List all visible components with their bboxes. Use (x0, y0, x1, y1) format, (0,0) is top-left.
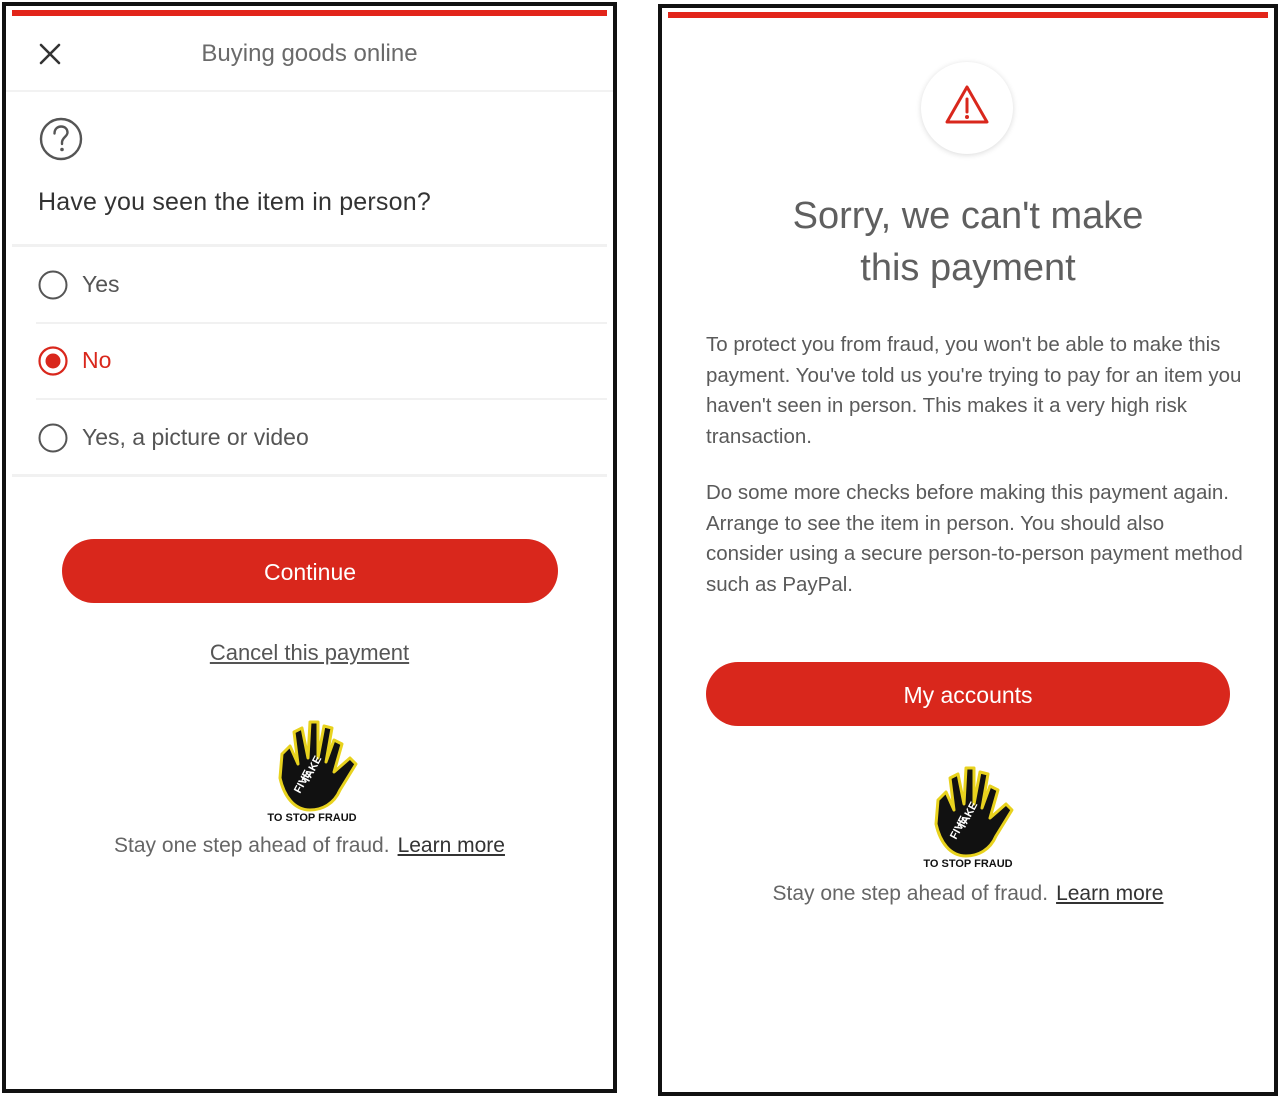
question-heading: Have you seen the item in person? (38, 188, 431, 216)
take-five-logo: TAKE FIVE TO STOP FRAUD (267, 720, 358, 824)
warning-triangle-icon (945, 85, 989, 124)
option-no[interactable]: No (36, 324, 607, 400)
tagline-text: Stay one step ahead of fraud. (114, 834, 390, 857)
my-accounts-button[interactable]: My accounts (706, 662, 1230, 726)
option-label: No (82, 347, 112, 373)
explanation-paragraph: To protect you from fraud, you won't be … (706, 333, 1242, 448)
learn-more-link[interactable]: Learn more (1056, 882, 1163, 905)
top-accent-bar (12, 10, 607, 16)
payment-blocked-screen: Sorry, we can't make this payment To pro… (658, 4, 1278, 1096)
screen-header: Buying goods online (6, 18, 613, 92)
divider (36, 398, 607, 400)
option-label: Yes, a picture or video (82, 424, 309, 450)
option-label: Yes (82, 271, 120, 297)
divider (12, 474, 607, 477)
radio-checked-icon[interactable] (38, 346, 68, 376)
cancel-payment-link[interactable]: Cancel this payment (6, 640, 613, 666)
tagline-text: Stay one step ahead of fraud. (772, 882, 1049, 905)
error-title-line-2: this payment (860, 247, 1076, 289)
option-picture-or-video[interactable]: Yes, a picture or video (12, 401, 607, 477)
fraud-tagline: Stay one step ahead of fraud. Learn more (662, 882, 1274, 906)
error-title: Sorry, we can't make this payment (662, 190, 1274, 294)
error-title-line-1: Sorry, we can't make (792, 195, 1144, 237)
advice-paragraph: Do some more checks before making this p… (706, 481, 1243, 596)
continue-button[interactable]: Continue (62, 539, 558, 603)
question-screen: Buying goods online Have you seen the it… (2, 2, 617, 1093)
learn-more-link[interactable]: Learn more (398, 834, 505, 857)
svg-text:TO STOP FRAUD: TO STOP FRAUD (923, 858, 1012, 870)
page-title: Buying goods online (201, 40, 418, 67)
divider (12, 244, 607, 247)
radio-unchecked-icon[interactable] (38, 270, 68, 300)
take-five-logo: TAKE FIVE TO STOP FRAUD (923, 766, 1014, 870)
radio-unchecked-icon[interactable] (38, 423, 68, 453)
top-accent-bar (668, 12, 1268, 18)
fraud-tagline: Stay one step ahead of fraud. Learn more (6, 834, 613, 858)
option-yes[interactable]: Yes (36, 248, 607, 324)
svg-text:TO STOP FRAUD: TO STOP FRAUD (267, 812, 356, 824)
question-circle-icon (39, 117, 83, 161)
warning-badge (921, 62, 1013, 154)
